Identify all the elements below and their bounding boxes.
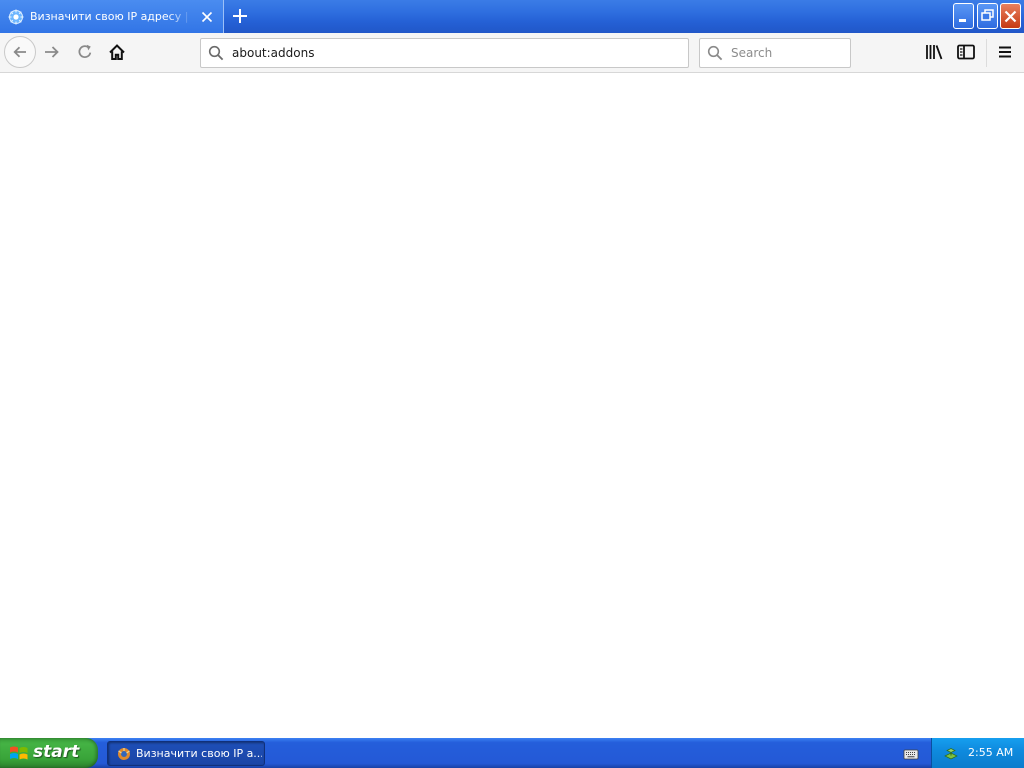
url-input[interactable] xyxy=(232,43,672,63)
taskbar: start Визначити свою IP а... 2:55 AM xyxy=(0,738,1024,768)
taskbar-window-item[interactable]: Визначити свою IP а... xyxy=(107,741,265,766)
back-button[interactable] xyxy=(4,36,36,68)
close-icon xyxy=(1004,10,1017,23)
library-icon[interactable] xyxy=(924,43,944,61)
close-window-button[interactable] xyxy=(1000,3,1021,29)
keyboard-icon[interactable] xyxy=(903,747,919,761)
plus-icon[interactable] xyxy=(230,6,250,26)
start-label: start xyxy=(33,742,80,762)
restore-button[interactable] xyxy=(977,3,998,29)
arrow-right-icon[interactable] xyxy=(43,43,61,61)
windows-logo-icon xyxy=(10,746,28,760)
search-input[interactable] xyxy=(731,43,843,63)
taskbar-window-label: Визначити свою IP а... xyxy=(136,747,262,760)
title-bar: Визначити свою IP адресу | ZIP xyxy=(0,0,1024,33)
page-content-area xyxy=(0,73,1024,738)
toolbar-separator xyxy=(986,39,987,67)
url-bar[interactable] xyxy=(200,38,689,68)
hamburger-menu-icon[interactable] xyxy=(996,43,1014,61)
browser-tab[interactable]: Визначити свою IP адресу | ZIP xyxy=(0,0,224,33)
system-clock: 2:55 AM xyxy=(968,746,1014,759)
close-tab-icon[interactable] xyxy=(198,8,216,26)
tab-title: Визначити свою IP адресу | ZIP xyxy=(30,10,192,23)
minimize-icon xyxy=(959,19,966,22)
home-icon[interactable] xyxy=(108,43,126,61)
browser-app-icon xyxy=(118,748,130,760)
arrow-left-icon xyxy=(13,46,26,58)
system-tray: 2:55 AM xyxy=(931,738,1024,768)
search-icon xyxy=(208,45,224,61)
search-icon xyxy=(707,45,723,61)
network-icon[interactable] xyxy=(942,744,960,762)
search-bar[interactable] xyxy=(699,38,851,68)
reload-icon[interactable] xyxy=(76,43,94,61)
sidebar-icon[interactable] xyxy=(956,43,976,61)
start-button[interactable]: start xyxy=(0,738,98,768)
navigation-toolbar xyxy=(0,33,1024,73)
restore-icon xyxy=(981,9,994,21)
minimize-button[interactable] xyxy=(953,3,974,29)
globe-gear-icon xyxy=(8,9,24,25)
